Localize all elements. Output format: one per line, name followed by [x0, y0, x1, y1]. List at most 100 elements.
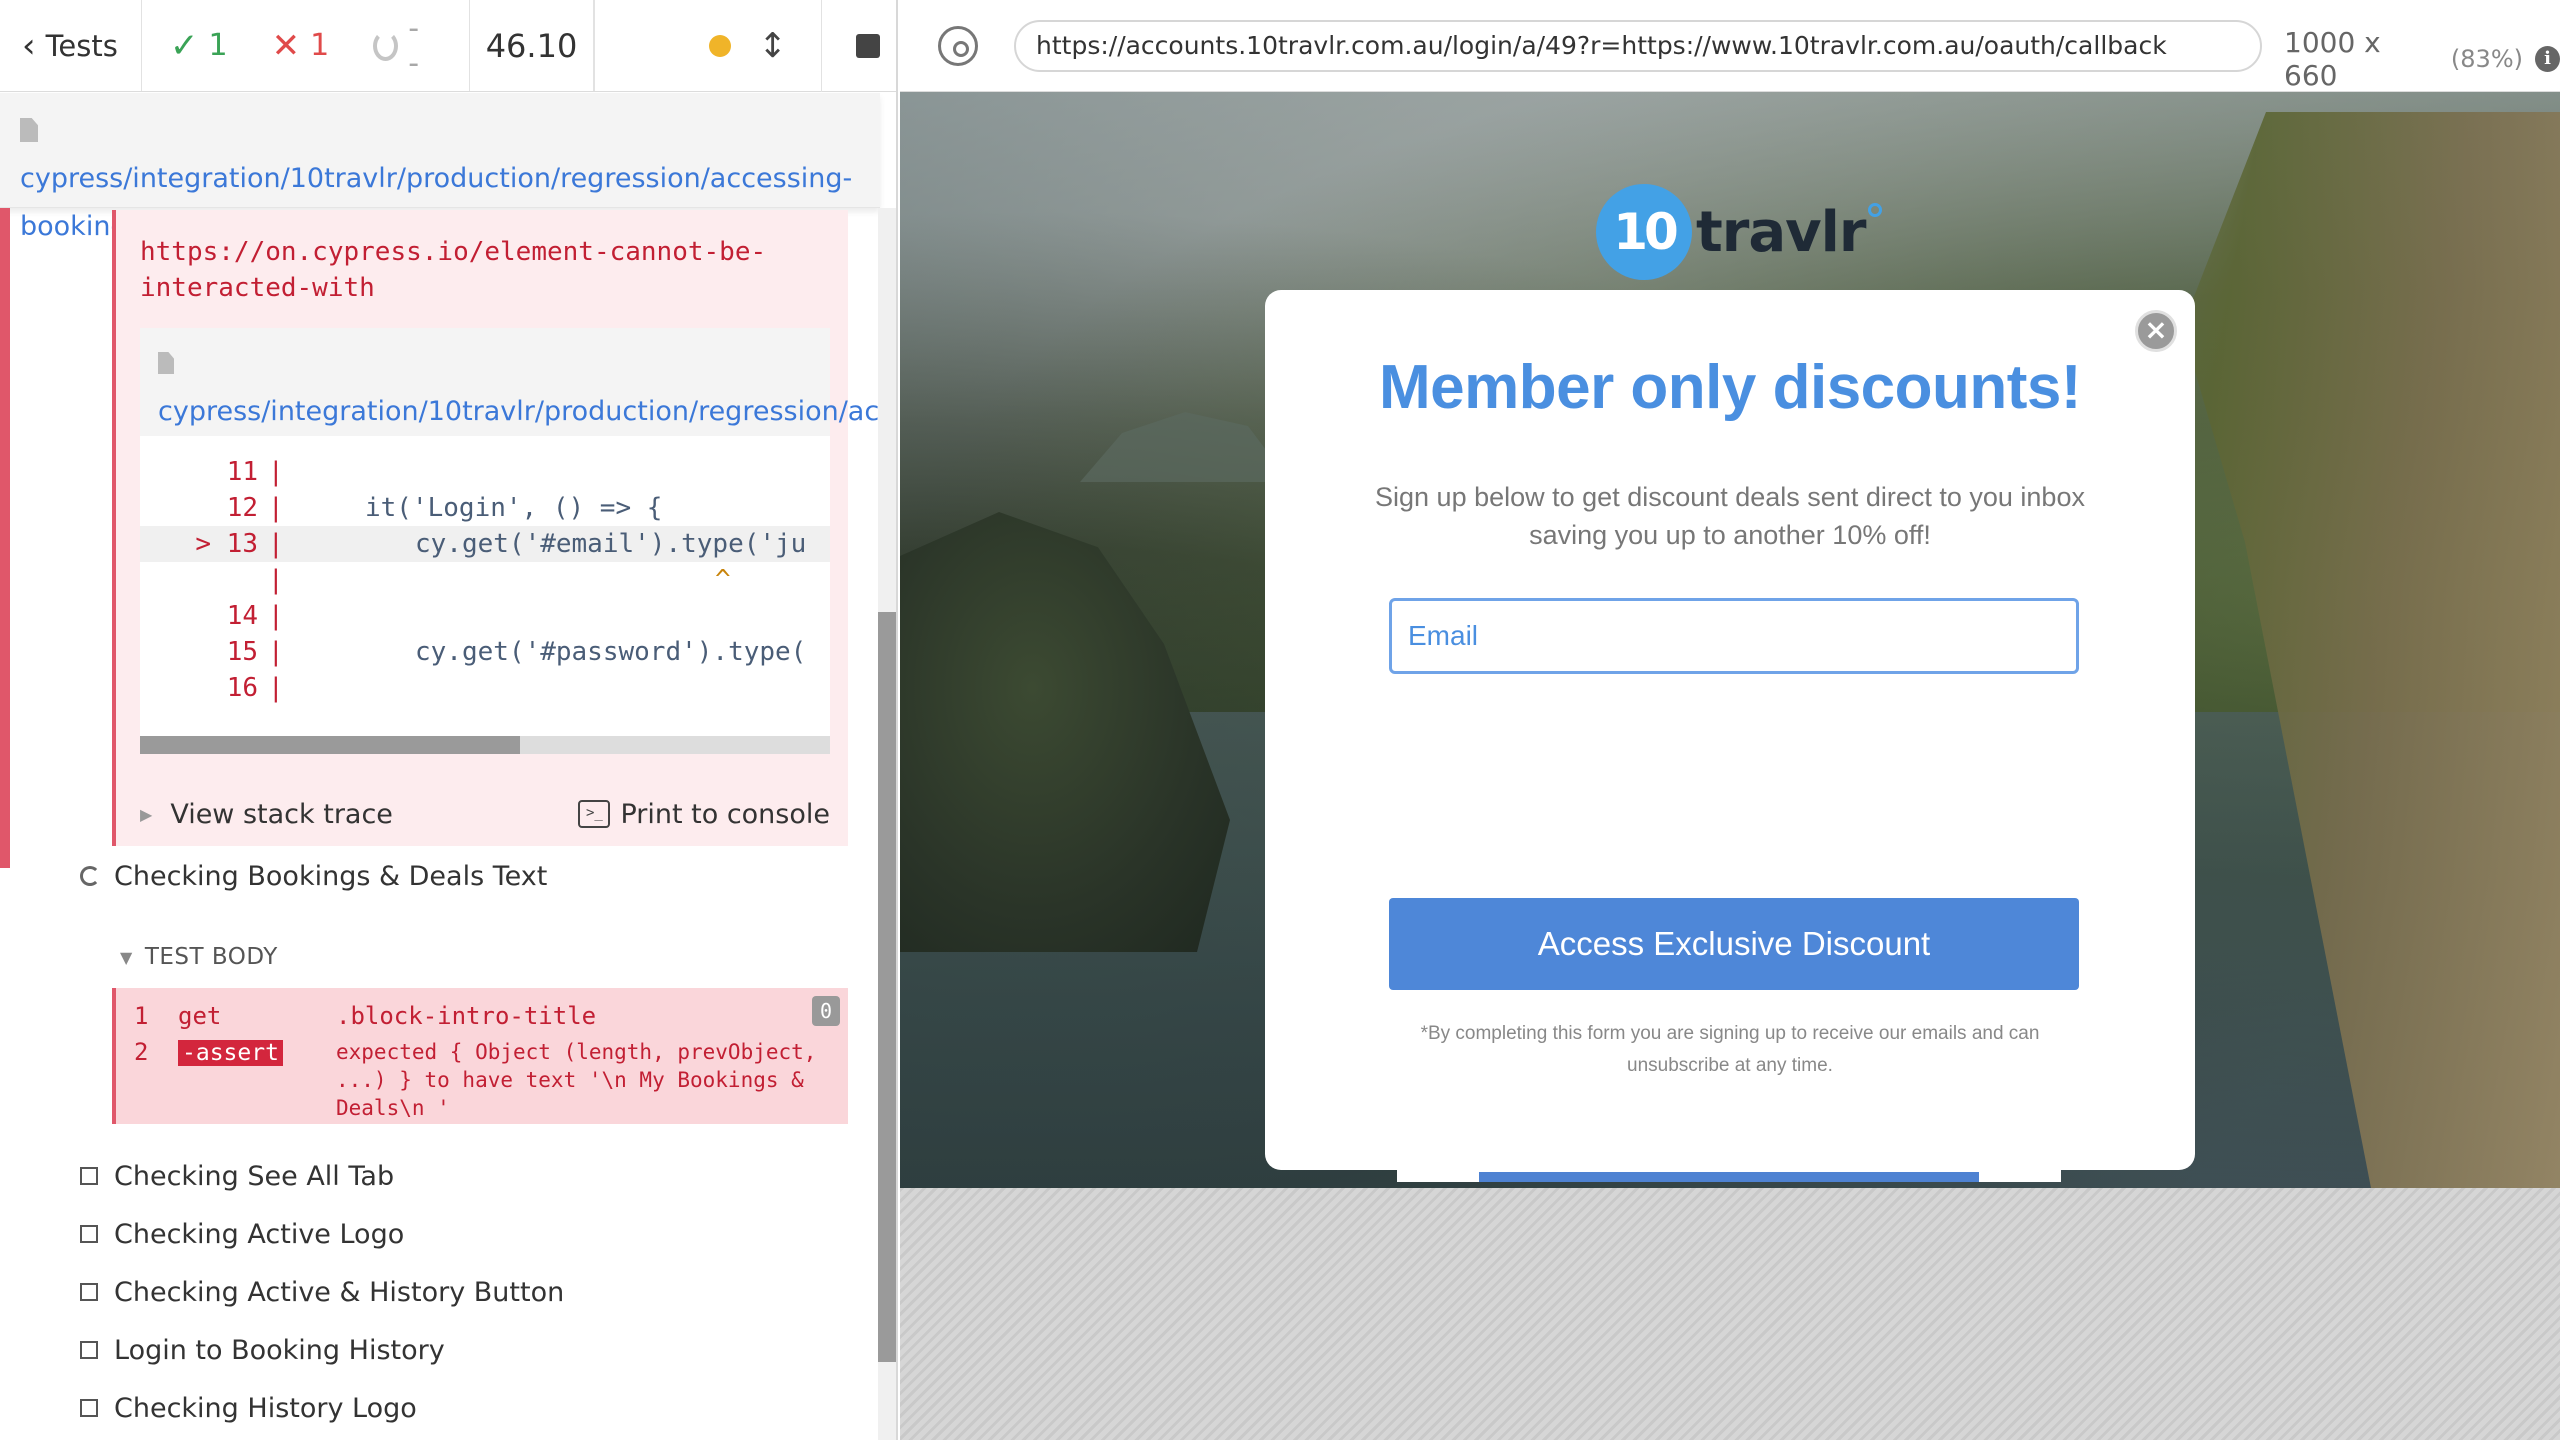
brand-logo: 10 travlr [1596, 184, 1882, 280]
passed-count: 1 [208, 28, 228, 63]
background-island [1080, 412, 1290, 482]
browser-toolbar: https://accounts.10travlr.com.au/login/a… [900, 0, 2560, 92]
gutter-separator: | [268, 565, 284, 595]
failed-count: 1 [310, 28, 330, 63]
test-item[interactable]: Checking History Logo [80, 1384, 417, 1432]
spec-path[interactable]: cypress/integration/10travlr/production/… [0, 93, 880, 242]
failed-stat: ✕ 1 [272, 26, 330, 66]
test-item-running[interactable]: Checking Bookings & Deals Text [80, 852, 547, 900]
app-preview-panel: https://accounts.10travlr.com.au/login/a… [900, 0, 2560, 1440]
test-item[interactable]: Checking See All Tab [80, 1152, 394, 1200]
passed-stat: ✓ 1 [170, 26, 228, 66]
url-bar[interactable]: https://accounts.10travlr.com.au/login/a… [1014, 20, 2262, 72]
email-field[interactable] [1389, 598, 2079, 674]
test-title: Login to Booking History [114, 1334, 445, 1366]
view-stack-trace-button[interactable]: ▶ View stack trace [140, 799, 393, 830]
spinner-icon [80, 866, 100, 886]
test-title: Checking History Logo [114, 1392, 417, 1424]
failed-test-indicator [0, 208, 10, 868]
gutter-separator: | [268, 601, 284, 631]
pending-square-icon [80, 1225, 98, 1243]
command-log: 1 get .block-intro-title 0 2 -assert exp… [112, 988, 848, 1124]
modal-title: Member only discounts! [1378, 353, 2082, 422]
stats: ✓ 1 ✕ 1 -- [142, 0, 469, 91]
print-to-console-button[interactable]: >_ Print to console [578, 799, 830, 830]
test-item[interactable]: Login to Booking History [80, 1326, 445, 1374]
tests-button[interactable]: ‹ Tests [0, 0, 142, 91]
code-line: > 13 | cy.get('#email').type('ju [140, 526, 830, 562]
test-item[interactable]: Checking Active & History Button [80, 1268, 564, 1316]
code-line: 16 | [140, 670, 830, 706]
chevron-left-icon: ‹ [22, 25, 36, 66]
test-body-header[interactable]: ▼ TEST BODY [120, 944, 278, 970]
command-number: 1 [134, 1002, 149, 1030]
terminal-icon: >_ [578, 800, 611, 828]
viewport-size: 1000 x 660 [2284, 26, 2381, 92]
modal-subtitle: Sign up below to get discount deals sent… [1375, 482, 2085, 550]
code-text: ^ [715, 565, 731, 595]
divider [821, 0, 822, 92]
selector-playground-icon[interactable] [938, 26, 978, 66]
code-frame: 11 | 12 | it('Login', () => { > 13 | cy.get('#e… [140, 436, 830, 736]
info-icon[interactable]: i [2535, 46, 2560, 72]
access-discount-button[interactable]: Access Exclusive Discount [1389, 898, 2079, 990]
app-under-test: 10 travlr × Member only discounts! Sign … [900, 92, 2560, 1188]
line-number: 12 [226, 493, 258, 523]
close-button[interactable]: × [2135, 310, 2177, 352]
logo-dot-icon [1867, 203, 1882, 217]
error-actions: ▶ View stack trace >_ Print to console [140, 792, 830, 836]
command-message: expected { Object (length, prevObject, .… [336, 1040, 817, 1120]
error-file-link[interactable]: cypress/integration/10travlr/production/… [140, 328, 896, 475]
line-number: 11 [226, 457, 258, 487]
gutter-separator: | [268, 637, 284, 667]
reporter-header: ‹ Tests ✓ 1 ✕ 1 -- 46.10 ↕ [0, 0, 896, 92]
pending-circle-icon [373, 30, 399, 61]
disclaimer-text: *By completing this form you are signing… [1420, 1023, 2040, 1076]
background-rock [900, 512, 1230, 952]
logo-badge: 10 [1596, 184, 1692, 280]
line-number: > 13 [195, 529, 258, 559]
element-count-badge: 0 [812, 996, 840, 1026]
caret-right-icon: ▶ [140, 804, 153, 824]
test-title: Checking Active Logo [114, 1218, 405, 1250]
pending-stat: -- [373, 11, 425, 81]
auto-scroll-toggle-icon[interactable]: ↕ [759, 26, 788, 66]
test-title: Checking See All Tab [114, 1160, 395, 1192]
code-line: | ^ [140, 562, 830, 598]
code-line: 15 | cy.get('#password').type( [140, 634, 830, 670]
file-icon [20, 118, 38, 142]
gutter-separator: | [268, 493, 284, 523]
error-docs-link[interactable]: https://on.cypress.io/element-cannot-be-… [140, 234, 820, 306]
code-line: 12 | it('Login', () => { [140, 490, 830, 526]
code-text: cy.get('#password').type( [415, 637, 807, 667]
stop-button[interactable] [856, 33, 880, 58]
reporter-panel: ‹ Tests ✓ 1 ✕ 1 -- 46.10 ↕ cypress/integ… [0, 0, 898, 1440]
command-number: 2 [134, 1038, 149, 1066]
line-number: 16 [226, 673, 258, 703]
code-scrollbar-thumb[interactable] [140, 736, 520, 754]
test-title: Checking Bookings & Deals Text [114, 860, 548, 892]
code-text: cy.get('#email').type('ju [415, 529, 807, 559]
pending-count: -- [408, 10, 420, 81]
code-line: 11 | [140, 454, 830, 490]
pending-square-icon [80, 1341, 98, 1359]
viewport-scale: (83%) [2450, 45, 2523, 73]
logo-wordmark: travlr [1696, 199, 1866, 265]
test-item[interactable]: Checking Active Logo [80, 1210, 404, 1258]
line-number: 14 [226, 601, 258, 631]
gutter-separator: | [268, 529, 284, 559]
code-text: it('Login', () => { [365, 493, 663, 523]
x-icon: ✕ [271, 25, 301, 66]
pending-square-icon [80, 1167, 98, 1185]
view-stack-trace-label: View stack trace [170, 798, 393, 830]
gutter-separator: | [268, 457, 284, 487]
reporter-scrollbar-thumb[interactable] [878, 612, 896, 1362]
viewport-info: 1000 x 660 (83%) i [2284, 26, 2560, 92]
error-panel: https://on.cypress.io/element-cannot-be-… [112, 210, 896, 846]
gutter-separator: | [268, 673, 284, 703]
command-message: .block-intro-title [336, 1002, 597, 1030]
code-line: 14 | [140, 598, 830, 634]
duration: 46.10 [469, 0, 594, 91]
run-controls: ↕ [594, 0, 896, 92]
print-to-console-label: Print to console [620, 798, 830, 830]
